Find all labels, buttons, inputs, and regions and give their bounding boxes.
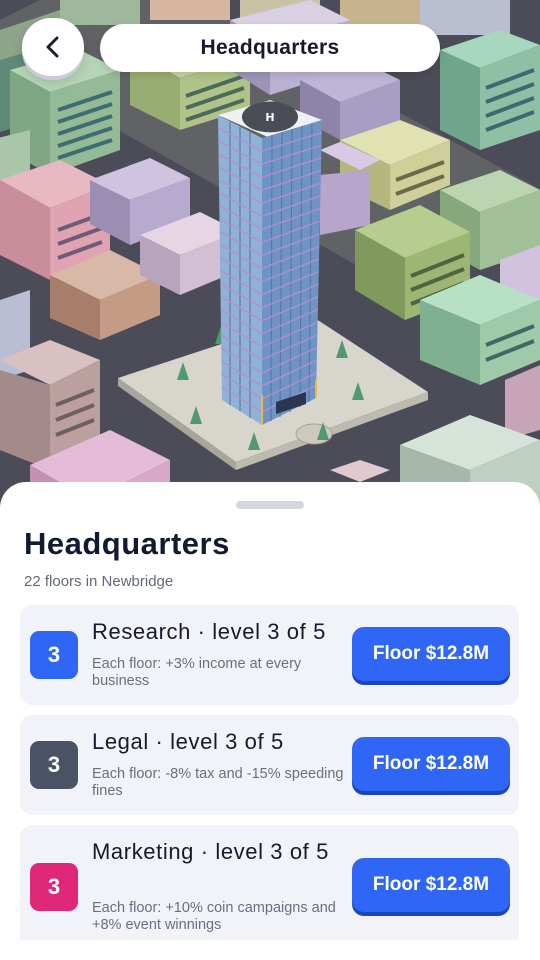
level-badge: 3 xyxy=(30,863,78,911)
department-description: Each floor: +3% income at every business xyxy=(92,656,302,689)
buy-floor-button[interactable]: Floor $12.8M xyxy=(352,737,510,791)
back-button[interactable] xyxy=(22,18,84,76)
department-description: Each floor: -8% tax and -15% speeding fi… xyxy=(92,766,344,799)
level-badge: 3 xyxy=(30,741,78,789)
department-card-marketing: 3 Marketing · level 3 of 5 Each floor: +… xyxy=(20,825,519,950)
chevron-left-icon xyxy=(46,36,59,58)
header-title: Headquarters xyxy=(100,24,440,72)
bottom-edge xyxy=(0,940,540,960)
helipad-letter: H xyxy=(265,111,274,124)
department-title: Marketing · level 3 of 5 xyxy=(92,839,329,864)
department-description: Each floor: +10% coin campaigns and +8% … xyxy=(92,900,336,933)
level-badge: 3 xyxy=(30,631,78,679)
sheet-subtitle: 22 floors in Newbridge xyxy=(24,573,174,590)
department-title: Research · level 3 of 5 xyxy=(92,619,326,644)
headquarters-sheet: Headquarters 22 floors in Newbridge 3 Re… xyxy=(0,482,540,960)
sheet-title: Headquarters xyxy=(24,526,230,561)
buy-floor-button[interactable]: Floor $12.8M xyxy=(352,627,510,681)
top-bar: Headquarters xyxy=(0,0,540,90)
sheet-drag-handle[interactable] xyxy=(236,501,304,509)
buy-floor-button[interactable]: Floor $12.8M xyxy=(352,858,510,912)
department-title: Legal · level 3 of 5 xyxy=(92,729,284,754)
department-card-research: 3 Research · level 3 of 5 Each floor: +3… xyxy=(20,605,519,705)
department-card-legal: 3 Legal · level 3 of 5 Each floor: -8% t… xyxy=(20,715,519,815)
